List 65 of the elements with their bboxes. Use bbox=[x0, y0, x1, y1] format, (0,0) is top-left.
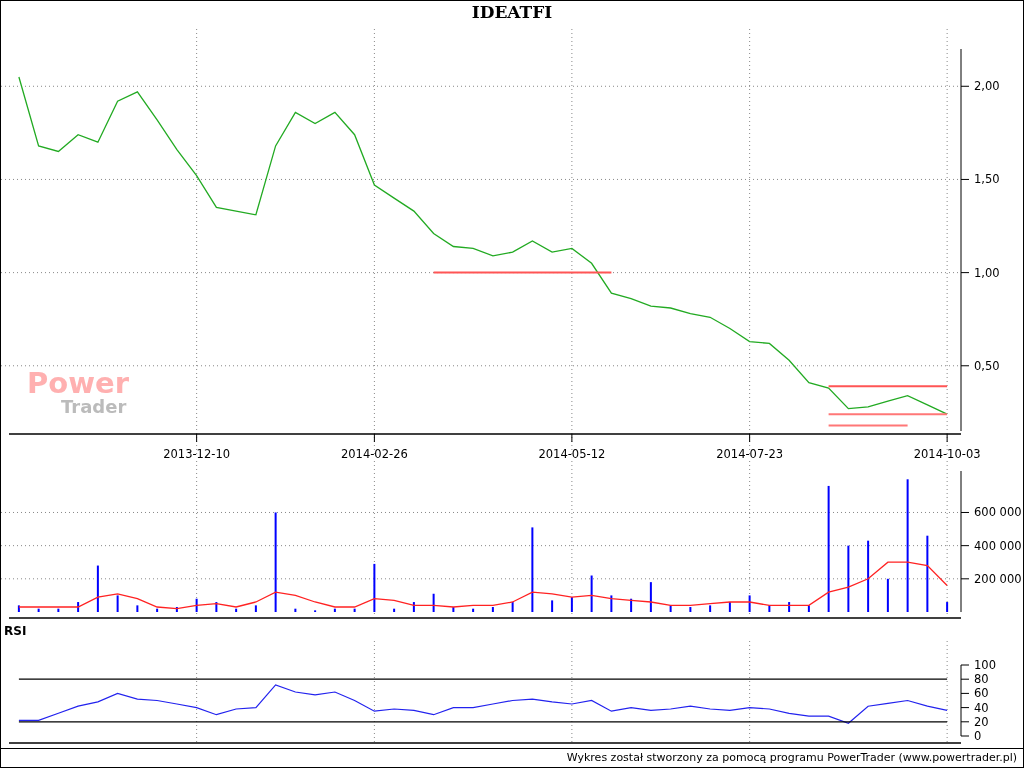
volume-bar bbox=[511, 602, 514, 612]
volume-bar bbox=[807, 605, 810, 612]
volume-bar bbox=[254, 605, 257, 612]
logo-word: Trader bbox=[61, 398, 127, 416]
volume-bar bbox=[768, 605, 771, 612]
axis-label: 1,00 bbox=[974, 265, 1000, 280]
axis-label: 60 bbox=[974, 686, 989, 701]
volume-bar bbox=[235, 608, 238, 612]
volume-bar bbox=[472, 608, 475, 612]
volume-bar bbox=[551, 600, 554, 612]
date-label: 2014-05-12 bbox=[538, 447, 606, 461]
panel-title: RSI bbox=[3, 623, 27, 640]
volume-bar bbox=[432, 593, 435, 612]
volume-bar bbox=[393, 608, 396, 612]
volume-bar bbox=[175, 607, 178, 612]
volume-bar bbox=[649, 582, 652, 612]
volume-bar bbox=[709, 605, 712, 612]
volume-bar bbox=[570, 597, 573, 612]
axis-label: 200 000 bbox=[974, 571, 1022, 586]
date-label: 2014-02-26 bbox=[340, 447, 408, 461]
volume-bar bbox=[136, 605, 139, 612]
volume-bar bbox=[17, 605, 20, 612]
volume-bar bbox=[452, 607, 455, 612]
date-label: 2013-12-10 bbox=[163, 447, 231, 461]
volume-bar bbox=[156, 608, 159, 612]
axis-label: 1,50 bbox=[974, 172, 1000, 187]
volume-bar bbox=[116, 595, 119, 612]
axis-label: 600 000 bbox=[974, 505, 1022, 520]
footer-text: Wykres został stworzony za pomocą programu PowerTrader (www.powertrader.pl) bbox=[1, 748, 1023, 767]
chart-title: IDEATFI bbox=[471, 1, 553, 23]
volume-bar bbox=[57, 608, 60, 612]
axis-label: 80 bbox=[974, 672, 989, 687]
volume-bar bbox=[689, 607, 692, 612]
volume-bar bbox=[610, 595, 613, 612]
volume-bar bbox=[37, 608, 40, 612]
volume-bar bbox=[77, 602, 80, 612]
volume-bar bbox=[215, 602, 218, 612]
volume-bar bbox=[630, 598, 633, 612]
logo-word: Power bbox=[27, 369, 129, 398]
volume-bar bbox=[886, 578, 889, 612]
axis-label: 20 bbox=[974, 714, 989, 729]
volume-bar bbox=[195, 598, 198, 612]
volume-bar bbox=[669, 605, 672, 612]
volume-bar bbox=[333, 608, 336, 612]
axis-label: 0 bbox=[974, 729, 982, 743]
volume-bar bbox=[96, 565, 99, 612]
volume-bar bbox=[946, 602, 949, 612]
volume-bar bbox=[491, 607, 494, 612]
volume-bar bbox=[294, 608, 297, 612]
volume-bar bbox=[748, 595, 751, 612]
volume-bar bbox=[590, 575, 593, 612]
axis-label: 2,00 bbox=[974, 79, 1000, 94]
volume-bar bbox=[867, 540, 870, 612]
volume-bar bbox=[412, 602, 415, 612]
axis-label: 100 bbox=[974, 658, 996, 672]
volume-bar bbox=[788, 602, 791, 612]
axis-label: 40 bbox=[974, 700, 989, 715]
volume-bar bbox=[728, 602, 731, 612]
volume-bar bbox=[353, 608, 356, 612]
volume-bar bbox=[373, 563, 376, 612]
volume-bar bbox=[847, 545, 850, 612]
date-label: 2014-10-03 bbox=[913, 447, 981, 461]
date-label: 2014-07-23 bbox=[716, 447, 784, 461]
axis-label: 400 000 bbox=[974, 538, 1022, 553]
axis-label: 0,50 bbox=[974, 358, 1000, 373]
